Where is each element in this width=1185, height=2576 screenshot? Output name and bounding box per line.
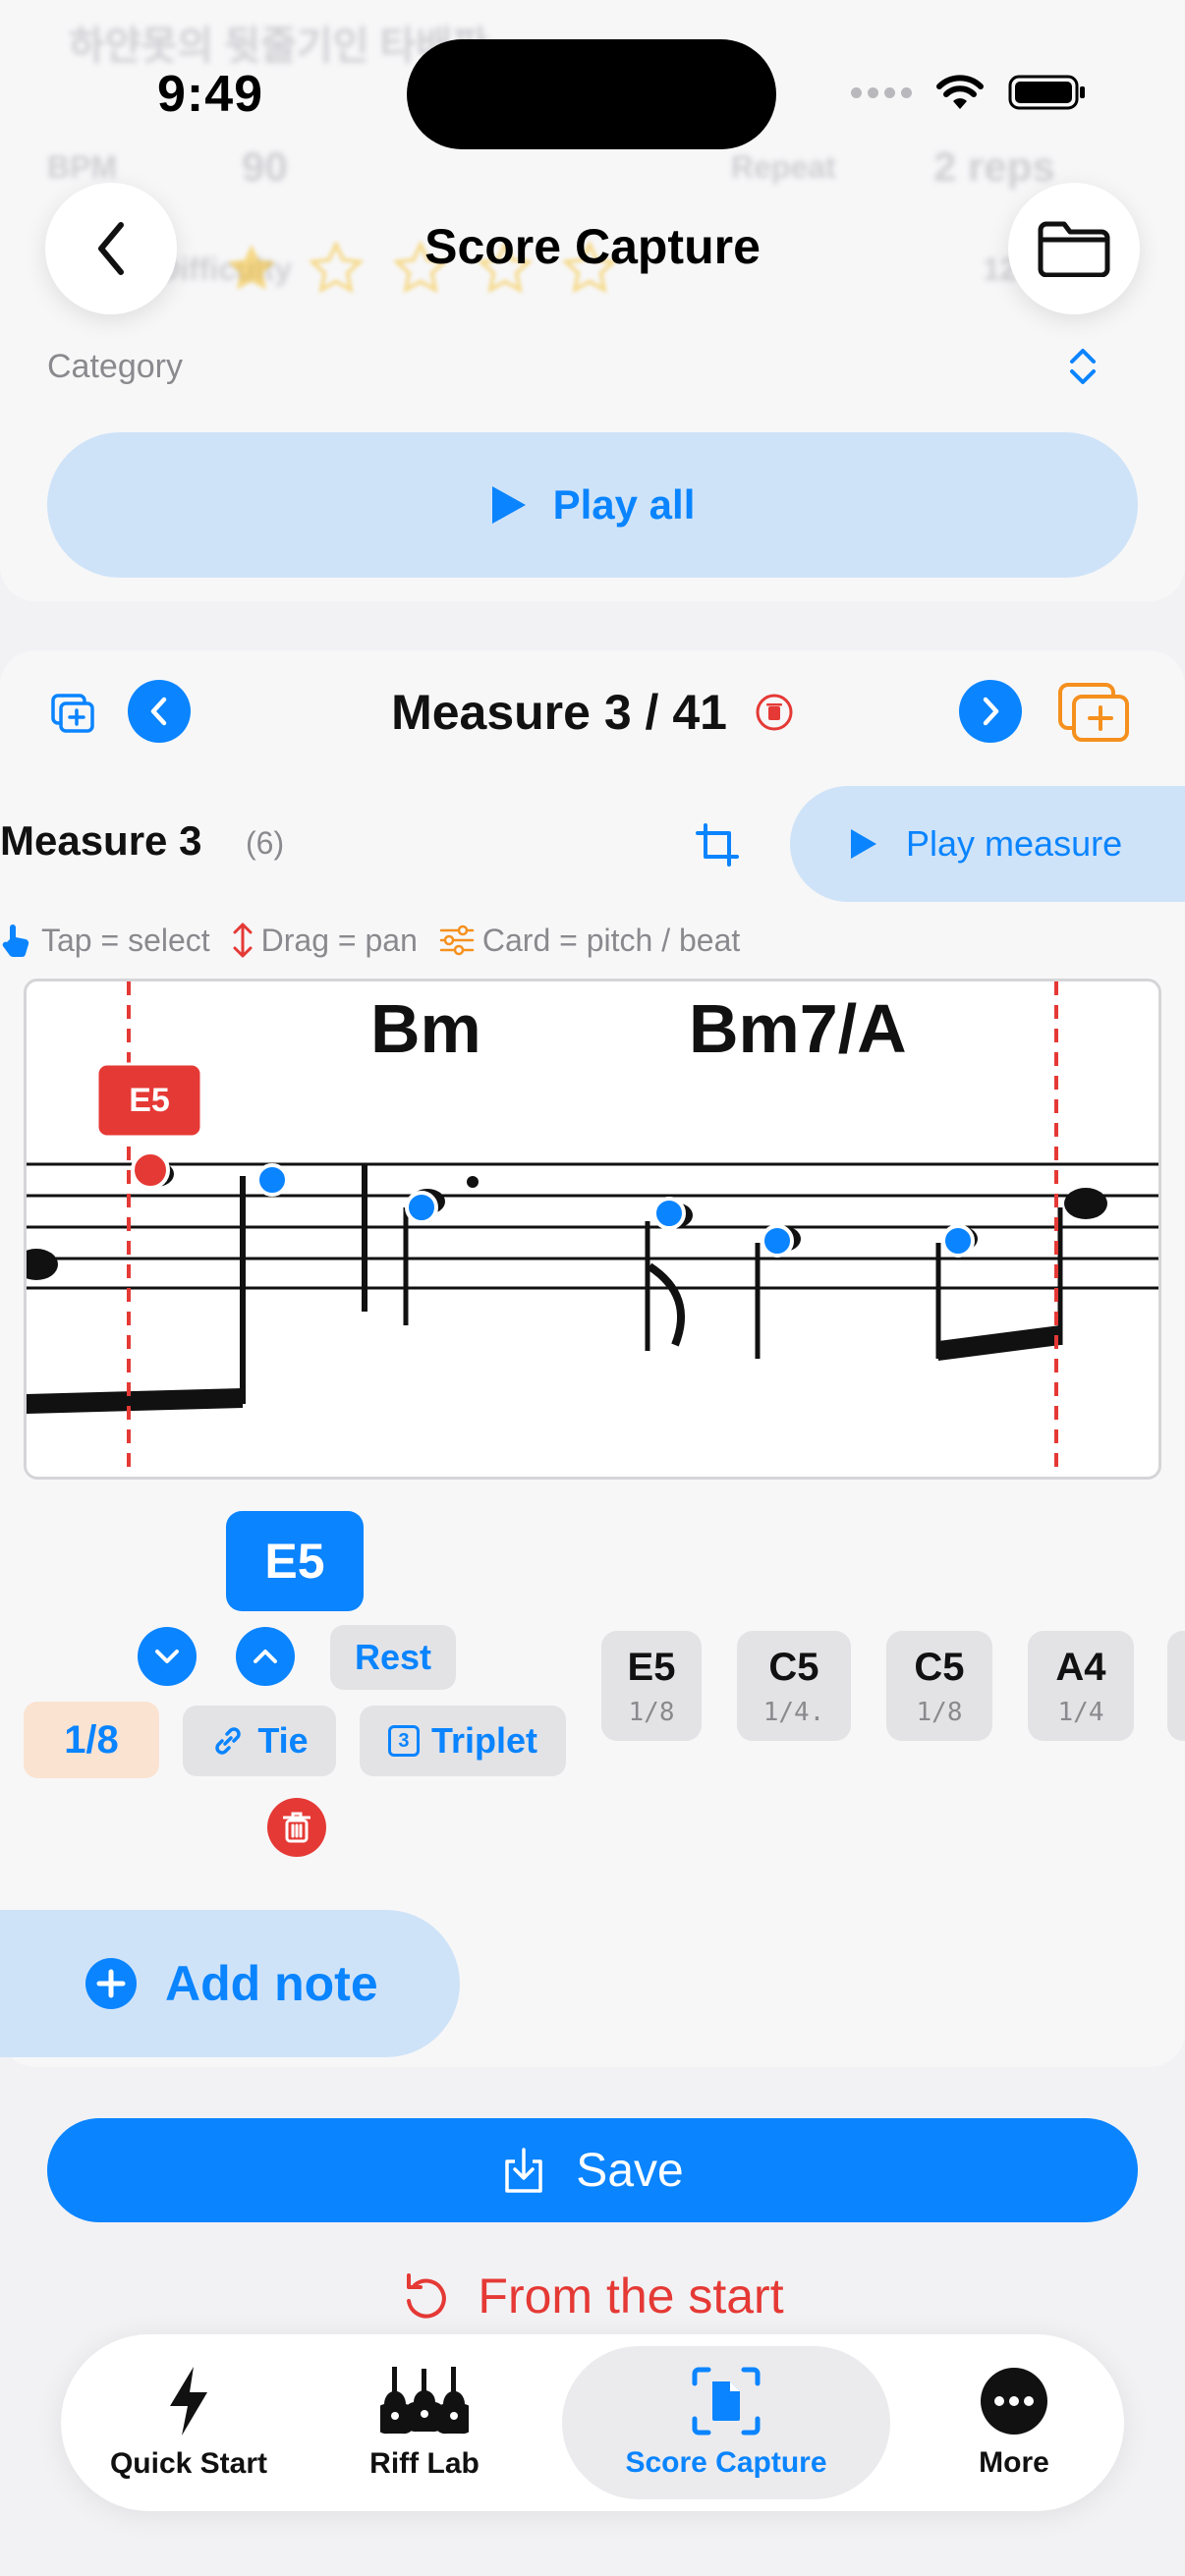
tie-label: Tie <box>257 1720 309 1761</box>
save-label: Save <box>576 2144 684 2197</box>
delete-measure-icon[interactable] <box>755 693 794 732</box>
note-card-duration: 1/8 <box>628 1697 675 1727</box>
signal-dots-icon <box>851 86 912 98</box>
hint-tap: Tap = select <box>0 922 210 959</box>
from-start-label: From the start <box>478 2268 784 2324</box>
note-card[interactable]: A4 1/4 <box>1028 1631 1134 1741</box>
guitars-icon <box>380 2367 469 2435</box>
chord-symbol-2: Bm7/A <box>689 990 907 1067</box>
document-scan-icon <box>692 2367 761 2436</box>
save-button[interactable]: Save <box>47 2118 1138 2222</box>
detected-note-markers <box>131 1150 975 1258</box>
arrow-up-down-icon <box>233 923 253 958</box>
chevron-right-icon <box>983 697 999 726</box>
hint-tap-text: Tap = select <box>41 922 210 958</box>
ghost-bpm-label: BPM <box>47 149 118 185</box>
dynamic-island <box>407 39 776 149</box>
duration-selector[interactable]: 1/8 <box>24 1702 159 1778</box>
tab-score-capture[interactable]: Score Capture <box>562 2334 890 2511</box>
rest-button[interactable]: Rest <box>330 1625 456 1690</box>
play-icon <box>851 829 876 859</box>
save-tray-icon <box>505 2148 543 2193</box>
add-note-button[interactable]: Add note <box>0 1910 460 2057</box>
play-icon <box>491 486 526 524</box>
play-all-button[interactable]: Play all <box>47 432 1138 578</box>
delete-note-button[interactable] <box>267 1798 326 1857</box>
crop-button[interactable] <box>696 823 739 871</box>
rest-label: Rest <box>354 1637 432 1677</box>
note-card[interactable]: E5 1/8 <box>601 1631 702 1741</box>
category-label: Category <box>47 348 183 385</box>
tab-more[interactable]: More <box>916 2334 1112 2511</box>
status-time: 9:49 <box>157 66 264 123</box>
status-icons <box>851 73 1087 112</box>
tab-label: Quick Start <box>109 2447 268 2480</box>
chevron-up-down-icon <box>1070 349 1096 384</box>
folder-icon <box>1038 221 1110 277</box>
play-measure-button[interactable]: Play measure <box>790 786 1185 902</box>
score-notation: Bm Bm7/A E5 <box>27 981 1158 1477</box>
chevron-up-icon <box>254 1650 277 1663</box>
link-icon <box>215 1727 242 1755</box>
ghost-bpm-value: 90 <box>242 143 288 190</box>
add-measure-button[interactable] <box>1057 682 1132 748</box>
note-card-duration: 1/8 <box>916 1697 963 1727</box>
measure-nav-title: Measure 3 / 41 <box>391 685 727 740</box>
note-card-pitch: C5 <box>914 1645 965 1689</box>
measure-note-count: (6) <box>246 825 285 861</box>
add-note-label: Add note <box>165 1956 378 2011</box>
plus-circle-icon <box>85 1958 137 2009</box>
lightning-icon <box>170 2367 207 2436</box>
note-card-partial[interactable] <box>1167 1631 1185 1741</box>
note-card-duration: 1/4 <box>1057 1697 1104 1727</box>
tab-label: Score Capture <box>625 2446 827 2479</box>
hint-card-text: Card = pitch / beat <box>481 922 741 958</box>
hand-tap-icon <box>2 924 29 958</box>
note-card[interactable]: C5 1/8 <box>886 1631 992 1741</box>
triplet-badge: 3 <box>398 1729 410 1752</box>
play-all-label: Play all <box>552 481 696 528</box>
gesture-hints: Tap = select Drag = pan Card = pitch / b… <box>0 922 740 959</box>
note-card-duration: 1/4. <box>762 1697 825 1727</box>
note-card-pitch: E5 <box>627 1645 676 1689</box>
ellipsis-circle-icon <box>981 2368 1047 2435</box>
tie-button[interactable]: Tie <box>183 1706 336 1776</box>
triplet-label: Triplet <box>430 1720 538 1761</box>
ghost-repeat-label: Repeat <box>731 149 836 185</box>
selected-note-marker: E5 <box>129 1082 170 1119</box>
triplet-button[interactable]: 3 Triplet <box>360 1706 566 1776</box>
tab-bar: Quick Start Riff Lab Score Capture More <box>61 2334 1124 2511</box>
battery-icon <box>1008 75 1085 110</box>
note-card-pitch: A4 <box>1055 1645 1106 1689</box>
play-measure-label: Play measure <box>906 823 1123 864</box>
triplet-icon: 3 <box>387 1725 420 1757</box>
sliders-icon <box>439 924 475 956</box>
tab-riff-lab[interactable]: Riff Lab <box>316 2334 533 2511</box>
tab-label: More <box>979 2446 1049 2479</box>
hint-drag-text: Drag = pan <box>260 922 418 958</box>
measure-detail-title: Measure 3 <box>0 817 202 864</box>
from-start-button[interactable]: From the start <box>0 2268 1185 2324</box>
pitch-up-button[interactable] <box>236 1627 295 1686</box>
chord-symbol-1: Bm <box>370 990 481 1067</box>
note-card[interactable]: C5 1/4. <box>737 1631 851 1741</box>
wifi-icon <box>936 75 984 109</box>
note-card-pitch: C5 <box>768 1645 819 1689</box>
tab-quick-start[interactable]: Quick Start <box>81 2334 297 2511</box>
chevron-down-icon <box>155 1650 179 1663</box>
ghost-repeat-value: 2 reps <box>933 143 1055 190</box>
folder-button[interactable] <box>1008 183 1140 314</box>
score-image-canvas[interactable]: Bm Bm7/A E5 <box>24 979 1161 1480</box>
hint-card: Card = pitch / beat <box>439 923 740 959</box>
trash-icon <box>283 1812 310 1843</box>
hint-drag: Drag = pan <box>232 922 418 959</box>
category-selector[interactable] <box>1067 346 1099 392</box>
crop-icon <box>696 823 739 867</box>
tab-label: Riff Lab <box>369 2447 480 2480</box>
add-copy-icon <box>1058 683 1129 742</box>
selected-note-pitch[interactable]: E5 <box>226 1511 364 1611</box>
pitch-down-button[interactable] <box>138 1627 197 1686</box>
next-measure-button[interactable] <box>959 680 1022 743</box>
restart-icon <box>407 2273 447 2319</box>
